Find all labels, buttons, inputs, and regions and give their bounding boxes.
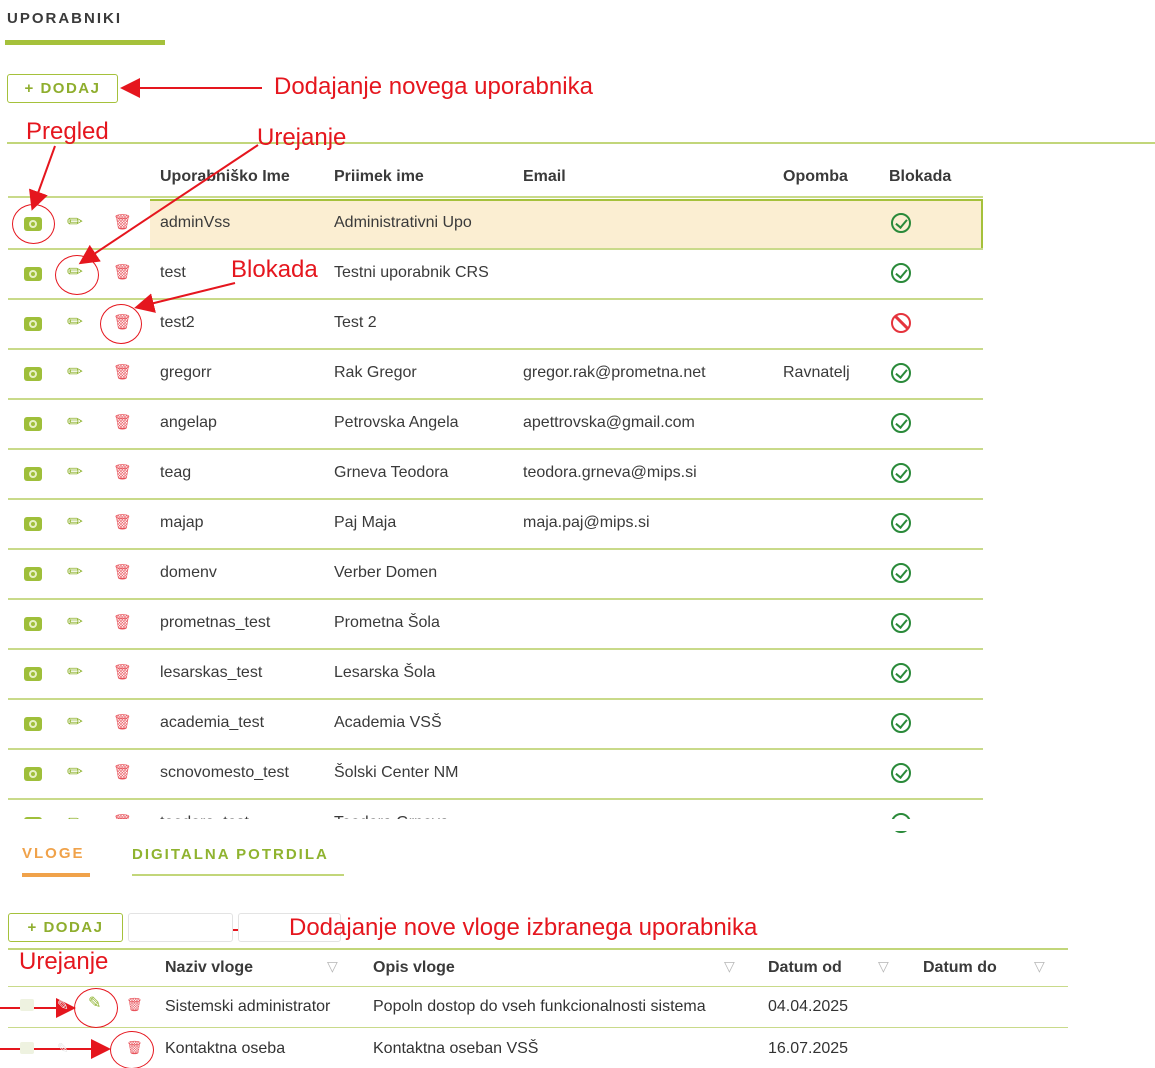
col-date-from[interactable]: Datum od [768,959,842,977]
role-name: Sistemski administrator [165,998,331,1015]
pencil-icon[interactable]: ✎ [57,997,69,1014]
annotation-view: Pregled [26,118,109,145]
role-description: Kontaktna oseban VSŠ [373,1040,539,1057]
col-date-to[interactable]: Datum do [923,959,997,977]
role-description: Popoln dostop do vseh funkcionalnosti si… [373,998,706,1015]
tab-roles-underline [22,873,90,877]
add-role-button[interactable]: + DODAJ [8,913,123,942]
arrow-block [134,282,236,313]
roles-top-divider [8,948,1068,950]
tab-certificates-underline [132,874,344,876]
col-role-desc[interactable]: Opis vloge [373,959,455,977]
arrow-edit [78,144,259,265]
trash-icon[interactable]: 🗑 [126,998,143,1011]
remove-role-button[interactable] [128,913,233,942]
filter-icon[interactable]: ▽ [724,958,735,975]
annotation-circle-edit-role [74,988,118,1028]
filter-icon[interactable]: ▽ [1034,958,1045,975]
annotation-add-role: Dodajanje nove vloge izbranega uporabnik… [289,914,758,941]
role-date-from: 04.04.2025 [768,998,849,1015]
annotation-edit-role: Urejanje [19,948,109,975]
annotation-add-user: Dodajanje novega uporabnika [274,73,593,100]
tab-roles[interactable]: VLOGE [22,845,85,862]
annotation-circle-delete-role [110,1031,154,1068]
eye-icon[interactable] [20,1042,34,1054]
pencil-icon[interactable]: ✎ [57,1040,69,1057]
role-name: Kontaktna oseba [165,1040,286,1057]
annotation-block: Blokada [231,256,318,283]
annotation-circle-delete [100,304,142,344]
col-role-name[interactable]: Naziv vloge [165,959,253,977]
annotation-arrows [0,78,278,1059]
filter-icon[interactable]: ▽ [327,958,338,975]
annotation-circle-edit [55,255,99,295]
annotation-circle-view [12,204,55,244]
arrow-view [29,145,56,211]
roles-row-sep [8,1027,1068,1028]
tab-certificates[interactable]: DIGITALNA POTRDILA [132,846,329,863]
role-date-from: 16.07.2025 [768,1040,849,1057]
annotation-edit: Urejanje [257,124,347,151]
filter-icon[interactable]: ▽ [878,958,889,975]
roles-header-sep [8,986,1068,987]
eye-icon[interactable] [20,999,34,1011]
